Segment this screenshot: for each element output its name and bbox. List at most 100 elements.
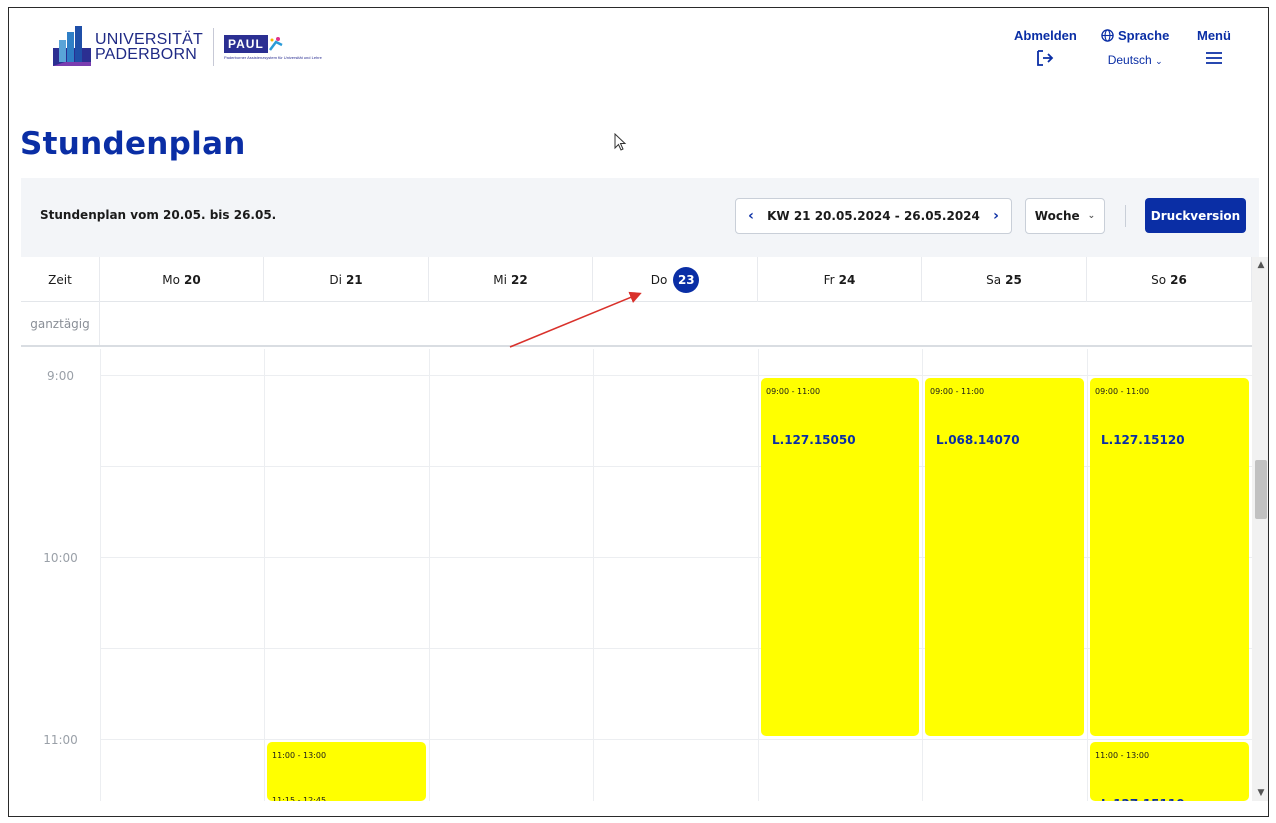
page-title: Stundenplan xyxy=(20,126,246,162)
day-abbr: Do xyxy=(650,272,668,287)
chevron-down-icon: ⌄ xyxy=(1155,56,1163,66)
prev-week-button[interactable]: ‹ xyxy=(736,208,766,224)
week-label: KW 21 20.05.2024 - 26.05.2024 xyxy=(767,209,980,223)
grid-column-line xyxy=(100,349,101,801)
day-number: 25 xyxy=(1005,272,1022,287)
calendar-header-row: Zeit Mo 20 Di 21 Mi 22 Do 23 Fr 24 Sa 25 So 26 xyxy=(21,257,1252,302)
language-value: Deutsch xyxy=(1107,53,1152,67)
today-badge: 23 xyxy=(673,266,700,293)
logout-icon xyxy=(1037,50,1054,66)
calendar-scrollbar[interactable]: ▲ ▼ xyxy=(1252,257,1268,801)
grid-row-line xyxy=(100,375,1252,376)
grid-column-line xyxy=(1087,349,1088,801)
allday-cell[interactable] xyxy=(593,302,758,345)
time-grid: 9:00 10:00 11:00 09:00 - 11:00 L.127.15050 09… xyxy=(21,349,1252,801)
day-number: 21 xyxy=(345,272,363,287)
logout-label: Abmelden xyxy=(1014,28,1077,43)
allday-cell[interactable] xyxy=(922,302,1087,345)
event-title: L.127.15110 xyxy=(1101,797,1185,801)
hamburger-icon xyxy=(1205,52,1222,64)
timetable-event[interactable]: 11:00 - 13:00 L.127.15110 xyxy=(1090,742,1249,801)
university-name: UNIVERSITÄT PADERBORN xyxy=(95,31,203,63)
allday-cell[interactable] xyxy=(758,302,922,345)
day-header-di[interactable]: Di 21 xyxy=(264,257,429,302)
toolbar-divider xyxy=(1125,205,1126,227)
scroll-up-icon[interactable]: ▲ xyxy=(1252,257,1268,273)
language-switcher[interactable]: Sprache Deutsch ⌄ xyxy=(1101,28,1169,67)
mouse-cursor-icon xyxy=(614,133,627,151)
day-header-do[interactable]: Do 23 xyxy=(593,257,758,302)
globe-icon xyxy=(1101,29,1114,42)
browser-viewport: UNIVERSITÄT PADERBORN PAUL Paderborner A… xyxy=(8,7,1269,817)
event-title: L.127.15120 xyxy=(1101,433,1185,447)
event-title: L.068.14070 xyxy=(936,433,1020,447)
scroll-thumb[interactable] xyxy=(1255,460,1267,519)
grid-column-line xyxy=(593,349,594,801)
time-label: 9:00 xyxy=(47,369,74,383)
time-label: 11:00 xyxy=(43,733,78,747)
allday-label: ganztägig xyxy=(21,302,100,345)
timetable-event[interactable]: 09:00 - 11:00 L.127.15050 xyxy=(761,378,919,736)
allday-cell[interactable] xyxy=(100,302,264,345)
day-header-mi[interactable]: Mi 22 xyxy=(429,257,593,302)
day-abbr: So xyxy=(1151,272,1167,287)
day-number: 22 xyxy=(510,272,528,287)
menu-label: Menü xyxy=(1197,28,1231,43)
day-abbr: Fr xyxy=(823,272,835,287)
university-logo-icon xyxy=(53,26,91,66)
day-header-sa[interactable]: Sa 25 xyxy=(922,257,1087,302)
print-button[interactable]: Druckversion xyxy=(1145,198,1246,233)
day-number: 26 xyxy=(1170,272,1187,287)
grid-column-line xyxy=(758,349,759,801)
timetable-toolbar: Stundenplan vom 20.05. bis 26.05. ‹ KW 2… xyxy=(21,178,1259,257)
event-subtime: 11:15 - 12:45 xyxy=(272,796,327,801)
logo-divider xyxy=(213,28,214,66)
view-select[interactable]: Woche ⌄ xyxy=(1025,198,1105,234)
day-abbr: Di xyxy=(329,272,342,287)
range-label: Stundenplan vom 20.05. bis 26.05. xyxy=(40,208,277,222)
day-header-mo[interactable]: Mo 20 xyxy=(100,257,264,302)
view-label: Woche xyxy=(1034,209,1080,223)
event-title: L.127.15050 xyxy=(772,433,856,447)
paul-wordmark: PAUL xyxy=(224,34,268,53)
event-time: 11:00 - 13:00 xyxy=(272,751,327,760)
time-column-header: Zeit xyxy=(21,257,100,302)
grid-column-line xyxy=(429,349,430,801)
event-time: 11:00 - 13:00 xyxy=(1095,751,1150,760)
timetable-event[interactable]: 11:00 - 13:00 11:15 - 12:45 xyxy=(267,742,426,801)
day-abbr: Sa xyxy=(986,272,1002,287)
logout-button[interactable]: Abmelden xyxy=(1014,28,1077,67)
university-name-line2: PADERBORN xyxy=(95,46,197,63)
grid-column-line xyxy=(922,349,923,801)
allday-cell[interactable] xyxy=(264,302,429,345)
day-header-so[interactable]: So 26 xyxy=(1087,257,1252,302)
day-header-fr[interactable]: Fr 24 xyxy=(758,257,922,302)
language-label: Sprache xyxy=(1118,28,1170,43)
grid-column-line xyxy=(264,349,265,801)
grid-row-line xyxy=(100,739,1252,740)
day-abbr: Mi xyxy=(493,272,507,287)
week-navigator: ‹ KW 21 20.05.2024 - 26.05.2024 › xyxy=(735,198,1012,234)
day-number: 20 xyxy=(184,272,201,287)
allday-row: ganztägig xyxy=(21,302,1252,347)
university-name-line1: UNIVERSITÄT xyxy=(95,31,203,48)
allday-cell[interactable] xyxy=(1087,302,1252,345)
menu-button[interactable]: Menü xyxy=(1197,28,1231,67)
timetable-event[interactable]: 09:00 - 11:00 L.127.15120 xyxy=(1090,378,1249,736)
event-time: 09:00 - 11:00 xyxy=(766,387,821,396)
event-time: 09:00 - 11:00 xyxy=(1095,387,1150,396)
language-select[interactable]: Deutsch ⌄ xyxy=(1101,53,1169,67)
day-abbr: Mo xyxy=(162,272,180,287)
next-week-button[interactable]: › xyxy=(981,208,1011,224)
timetable-event[interactable]: 09:00 - 11:00 L.068.14070 xyxy=(925,378,1084,736)
chevron-down-icon: ⌄ xyxy=(1087,211,1096,221)
paul-figure-icon xyxy=(268,36,283,51)
event-time: 09:00 - 11:00 xyxy=(930,387,985,396)
university-logo[interactable]: UNIVERSITÄT PADERBORN PAUL Paderborner A… xyxy=(53,24,322,70)
paul-tagline: Paderborner Assistenzsystem für Universi… xyxy=(224,54,322,60)
scroll-down-icon[interactable]: ▼ xyxy=(1252,785,1268,801)
day-number: 24 xyxy=(838,272,856,287)
calendar-week-view: Zeit Mo 20 Di 21 Mi 22 Do 23 Fr 24 Sa 25 So 26 ganztä… xyxy=(21,257,1252,801)
allday-cell[interactable] xyxy=(429,302,593,345)
paul-logo: PAUL Paderborner Assistenzsystem für Uni… xyxy=(224,34,322,60)
